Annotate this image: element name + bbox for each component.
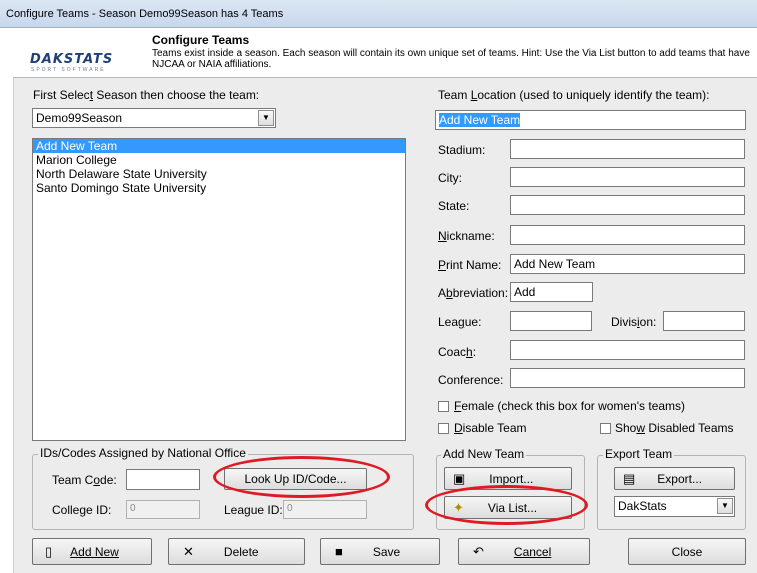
close-label: Close xyxy=(671,544,703,559)
save-label: Save xyxy=(372,544,401,559)
import-icon: ▣ xyxy=(453,470,466,486)
list-item[interactable]: Santo Domingo State University xyxy=(33,181,405,195)
new-document-icon: ▯ xyxy=(45,543,53,559)
team-location-value: Add New Team xyxy=(439,113,521,127)
team-code-label: Team Code: xyxy=(52,473,117,487)
college-id-label: College ID: xyxy=(52,503,112,517)
team-location-label: Team Location (used to uniquely identify… xyxy=(438,88,710,102)
league-label: League: xyxy=(438,315,482,329)
conference-label: Conference: xyxy=(438,373,504,387)
export-icon: ▤ xyxy=(623,470,636,486)
print-name-label: Print Name: xyxy=(438,258,502,272)
add-team-group-label: Add New Team xyxy=(441,447,527,461)
add-new-label: Add New xyxy=(70,544,119,559)
delete-x-icon: ✕ xyxy=(183,543,194,559)
league-id-label: League ID: xyxy=(224,503,283,517)
state-input[interactable] xyxy=(510,195,745,215)
disable-team-checkbox[interactable] xyxy=(438,423,449,434)
header-description: Teams exist inside a season. Each season… xyxy=(152,48,750,70)
show-disabled-checkbox[interactable] xyxy=(600,423,611,434)
export-button[interactable]: ▤ Export... xyxy=(614,467,735,490)
team-list[interactable]: Add New Team Marion College North Delawa… xyxy=(32,138,406,441)
disable-team-label: Disable Team xyxy=(454,421,527,435)
cancel-button[interactable]: ↶ Cancel xyxy=(458,538,590,565)
conference-input[interactable] xyxy=(510,368,745,388)
college-id-field: 0 xyxy=(126,500,200,519)
import-label: Import... xyxy=(489,471,534,486)
abbreviation-label: Abbreviation: xyxy=(438,286,509,300)
league-input[interactable] xyxy=(510,311,592,331)
coach-input[interactable] xyxy=(510,340,745,360)
stadium-label: Stadium: xyxy=(438,143,486,157)
state-label: State: xyxy=(438,199,470,213)
annotation-circle-lookup xyxy=(213,456,390,498)
export-format-value: DakStats xyxy=(618,499,667,513)
show-disabled-label: Show Disabled Teams xyxy=(615,421,734,435)
division-label: Division: xyxy=(611,315,657,329)
nickname-label: Nickname: xyxy=(438,229,495,243)
season-label: First Select Season then choose the team… xyxy=(33,88,260,102)
female-label: Female (check this box for women's teams… xyxy=(454,399,686,413)
list-item[interactable]: Add New Team xyxy=(33,139,405,153)
chevron-down-icon[interactable]: ▼ xyxy=(717,498,733,514)
save-button[interactable]: ■ Save xyxy=(320,538,440,565)
cancel-label: Cancel xyxy=(513,544,552,559)
abbreviation-input[interactable]: Add xyxy=(510,282,593,302)
add-new-button[interactable]: ▯ Add New xyxy=(32,538,152,565)
header-title: Configure Teams xyxy=(152,33,250,47)
list-item[interactable]: North Delaware State University xyxy=(33,167,405,181)
delete-button[interactable]: ✕ Delete xyxy=(168,538,305,565)
list-item[interactable]: Marion College xyxy=(33,153,405,167)
coach-label: Coach: xyxy=(438,345,477,359)
delete-label: Delete xyxy=(223,544,259,559)
team-code-input[interactable] xyxy=(126,469,200,490)
export-team-group-label: Export Team xyxy=(603,447,675,461)
close-button[interactable]: Close xyxy=(628,538,746,565)
window-title: Configure Teams - Season Demo99Season ha… xyxy=(6,8,284,20)
annotation-circle-via-list xyxy=(425,485,588,525)
ids-group-label: IDs/Codes Assigned by National Office xyxy=(38,446,248,460)
league-id-field: 0 xyxy=(283,500,367,519)
chevron-down-icon[interactable]: ▼ xyxy=(258,110,274,126)
stadium-input[interactable] xyxy=(510,139,745,159)
undo-icon: ↶ xyxy=(473,543,484,559)
export-format-select[interactable]: DakStats ▼ xyxy=(614,496,735,517)
season-select[interactable]: Demo99Season ▼ xyxy=(32,108,276,128)
export-label: Export... xyxy=(657,471,702,486)
season-select-value: Demo99Season xyxy=(36,111,123,125)
logo-subtitle: SPORT SOFTWARE xyxy=(31,67,106,73)
team-location-input[interactable]: Add New Team xyxy=(435,110,746,130)
female-checkbox[interactable] xyxy=(438,401,449,412)
division-input[interactable] xyxy=(663,311,745,331)
print-name-input[interactable]: Add New Team xyxy=(510,254,745,274)
city-label: City: xyxy=(438,171,462,185)
nickname-input[interactable] xyxy=(510,225,745,245)
city-input[interactable] xyxy=(510,167,745,187)
save-disk-icon: ■ xyxy=(335,544,343,559)
window-title-bar: Configure Teams - Season Demo99Season ha… xyxy=(0,0,757,28)
